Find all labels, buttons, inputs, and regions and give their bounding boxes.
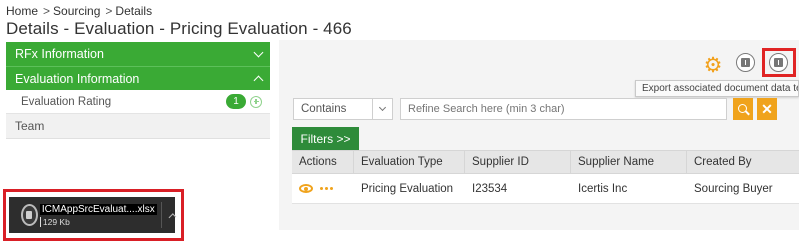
add-circle-icon[interactable]	[250, 95, 262, 108]
download-file-name: ICMAppSrcEvaluat....xlsx	[39, 203, 157, 215]
row-actions	[292, 174, 354, 203]
accordion-label: Evaluation Information	[15, 71, 140, 86]
accordion-rfx-information[interactable]: RFx Information	[6, 42, 270, 66]
results-grid: Actions Evaluation Type Supplier ID Supp…	[292, 150, 799, 204]
column-header-actions[interactable]: Actions	[292, 151, 354, 173]
search-button[interactable]	[733, 98, 753, 120]
breadcrumb-separator: >	[43, 4, 51, 18]
document-glyph	[741, 58, 750, 67]
breadcrumb-details[interactable]: Details	[115, 4, 152, 18]
download-file-size: 129 Kb	[39, 216, 157, 227]
cell-supplier-id: I23534	[472, 182, 508, 195]
sidebar-item-team[interactable]: Team	[6, 114, 270, 139]
chevron-down-icon	[253, 47, 264, 57]
sidebar-item-label: Team	[15, 119, 45, 133]
breadcrumb-home[interactable]: Home	[6, 4, 38, 18]
download-item[interactable]: ICMAppSrcEvaluat....xlsx 129 Kb	[9, 197, 177, 233]
export-tooltip: Export associated document data templa	[635, 80, 799, 97]
chevron-down-icon	[378, 103, 387, 112]
accordion-label: RFx Information	[15, 47, 104, 61]
file-icon	[21, 204, 38, 226]
highlight-box	[762, 48, 796, 77]
gear-icon[interactable]: ⚙	[703, 55, 723, 76]
eye-icon[interactable]	[299, 184, 313, 193]
sidebar-item-label: Evaluation Rating	[21, 95, 112, 108]
dropdown-toggle[interactable]	[372, 99, 392, 119]
export-document-icon[interactable]	[736, 53, 755, 72]
left-accordion-panel: RFx Information Evaluation Information E…	[6, 42, 270, 139]
cell-evaluation-type: Pricing Evaluation	[361, 182, 454, 195]
breadcrumb-sourcing[interactable]: Sourcing	[53, 4, 100, 18]
accordion-evaluation-information[interactable]: Evaluation Information	[6, 66, 270, 90]
column-header-supplier-name[interactable]: Supplier Name	[571, 151, 687, 173]
column-header-created-by[interactable]: Created By	[687, 151, 799, 173]
search-row: Contains ✕	[293, 98, 777, 120]
chevron-up-icon	[253, 75, 264, 85]
page-title: Details - Evaluation - Pricing Evaluatio…	[6, 19, 352, 38]
cell-supplier-name: Icertis Inc	[578, 182, 628, 195]
main-content-panel: ⚙ Export associated document data templa…	[279, 40, 799, 230]
breadcrumb-separator: >	[105, 4, 113, 18]
clear-search-button[interactable]: ✕	[757, 98, 777, 120]
divider	[160, 202, 162, 228]
cell-created-by: Sourcing Buyer	[694, 182, 773, 195]
more-options-icon[interactable]	[320, 187, 333, 190]
filters-button[interactable]: Filters >>	[292, 127, 359, 151]
search-icon	[737, 103, 747, 113]
search-operator-select[interactable]: Contains	[293, 98, 393, 120]
grid-header-row: Actions Evaluation Type Supplier ID Supp…	[292, 150, 799, 174]
count-badge: 1	[226, 94, 246, 109]
table-row[interactable]: Pricing Evaluation I23534 Icertis Inc So…	[292, 174, 799, 204]
search-operator-value: Contains	[301, 103, 347, 115]
sidebar-item-evaluation-rating[interactable]: Evaluation Rating 1	[6, 90, 270, 114]
breadcrumb: Home > Sourcing > Details	[6, 4, 152, 18]
search-input[interactable]	[400, 98, 727, 120]
column-header-supplier-id[interactable]: Supplier ID	[465, 151, 571, 173]
column-header-evaluation-type[interactable]: Evaluation Type	[354, 151, 465, 173]
